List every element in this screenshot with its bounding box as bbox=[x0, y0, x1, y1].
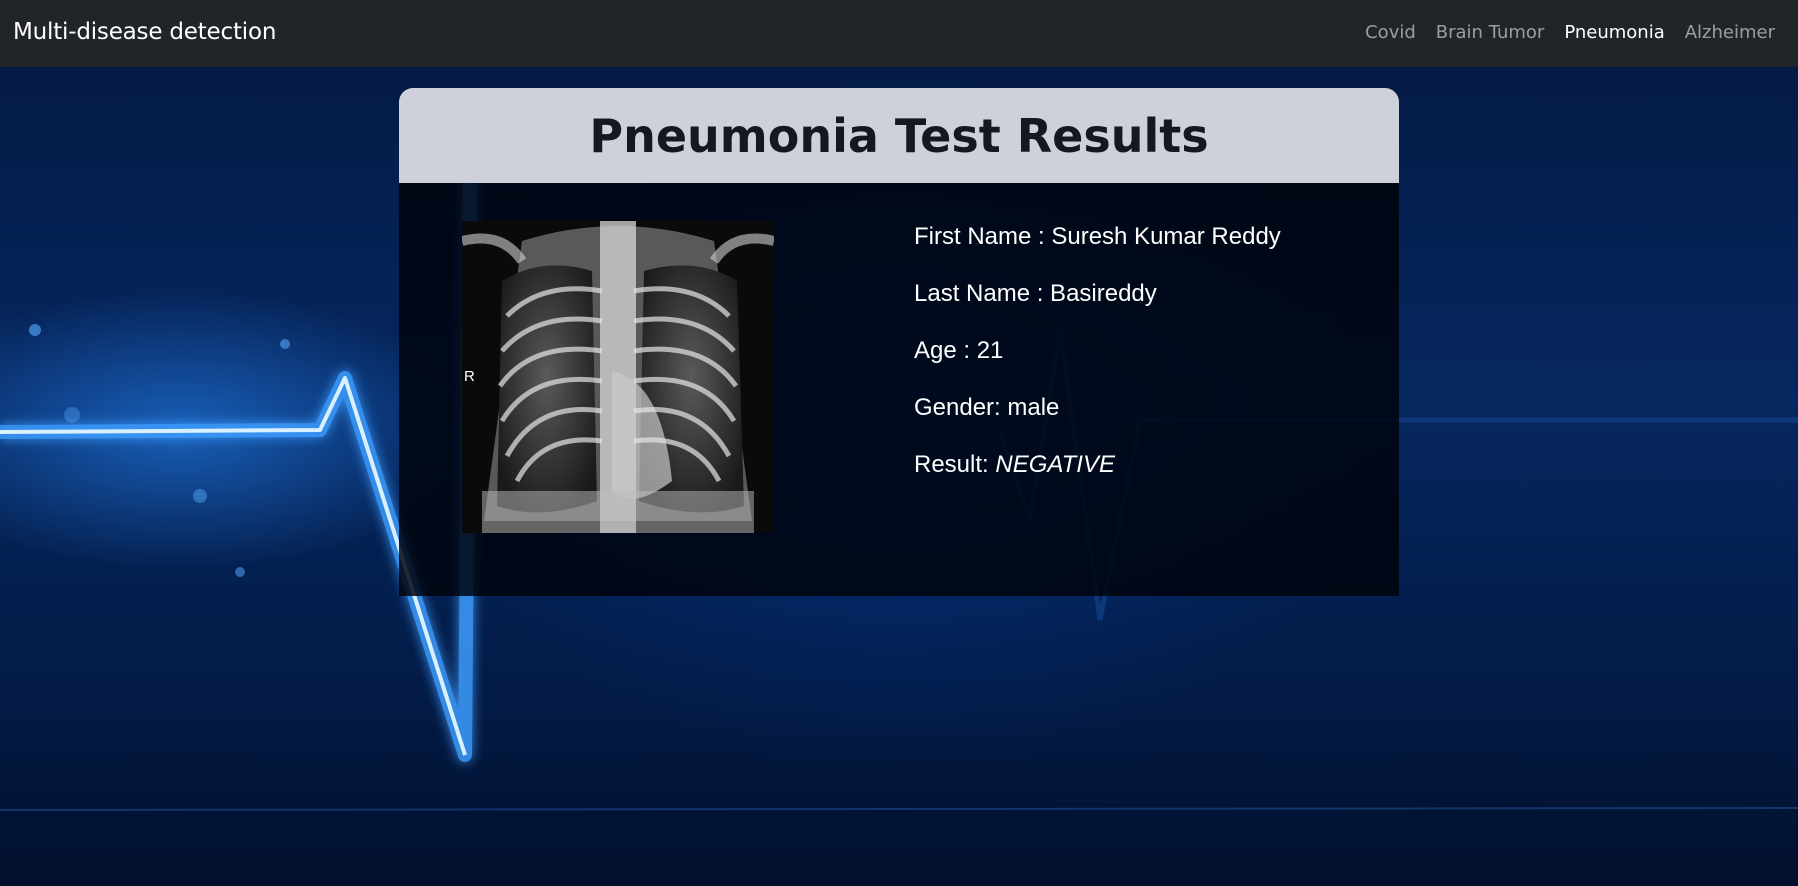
chest-xray-image: R bbox=[462, 221, 774, 533]
results-card: Pneumonia Test Results R First Name: Su… bbox=[399, 88, 1399, 596]
page-title: Pneumonia Test Results bbox=[589, 108, 1209, 163]
brand-link[interactable]: Multi-disease detection bbox=[13, 19, 276, 45]
nav-link-brain-tumor[interactable]: Brain Tumor bbox=[1436, 22, 1545, 43]
first-name-text: First Name : Suresh Kumar Reddy bbox=[914, 223, 1281, 250]
gender-text: Gender: male bbox=[914, 394, 1060, 421]
nav-link-pneumonia[interactable]: Pneumonia bbox=[1564, 22, 1664, 43]
nav-link-covid[interactable]: Covid bbox=[1365, 22, 1416, 43]
result-value: NEGATIVE bbox=[995, 451, 1115, 478]
last-name-text: Last Name : Basireddy bbox=[914, 280, 1157, 307]
patient-info: First Name : Suresh Kumar Reddy Last Nam… bbox=[914, 223, 1281, 508]
results-card-header: Pneumonia Test Results bbox=[399, 88, 1399, 183]
nav-link-alzheimer[interactable]: Alzheimer bbox=[1685, 22, 1775, 43]
result-text: Result: NEGATIVE bbox=[914, 451, 1281, 479]
xray-side-marker: R bbox=[464, 368, 475, 385]
results-card-body: R First Name : Suresh Kumar Reddy Last N… bbox=[399, 183, 1399, 596]
top-navbar: Multi-disease detection Covid Brain Tumo… bbox=[0, 0, 1798, 67]
age-text: Age : 21 bbox=[914, 337, 1004, 364]
result-label: Result: bbox=[914, 451, 996, 478]
xray-icon bbox=[462, 221, 774, 533]
nav-links: Covid Brain Tumor Pneumonia Alzheimer bbox=[1365, 22, 1775, 43]
